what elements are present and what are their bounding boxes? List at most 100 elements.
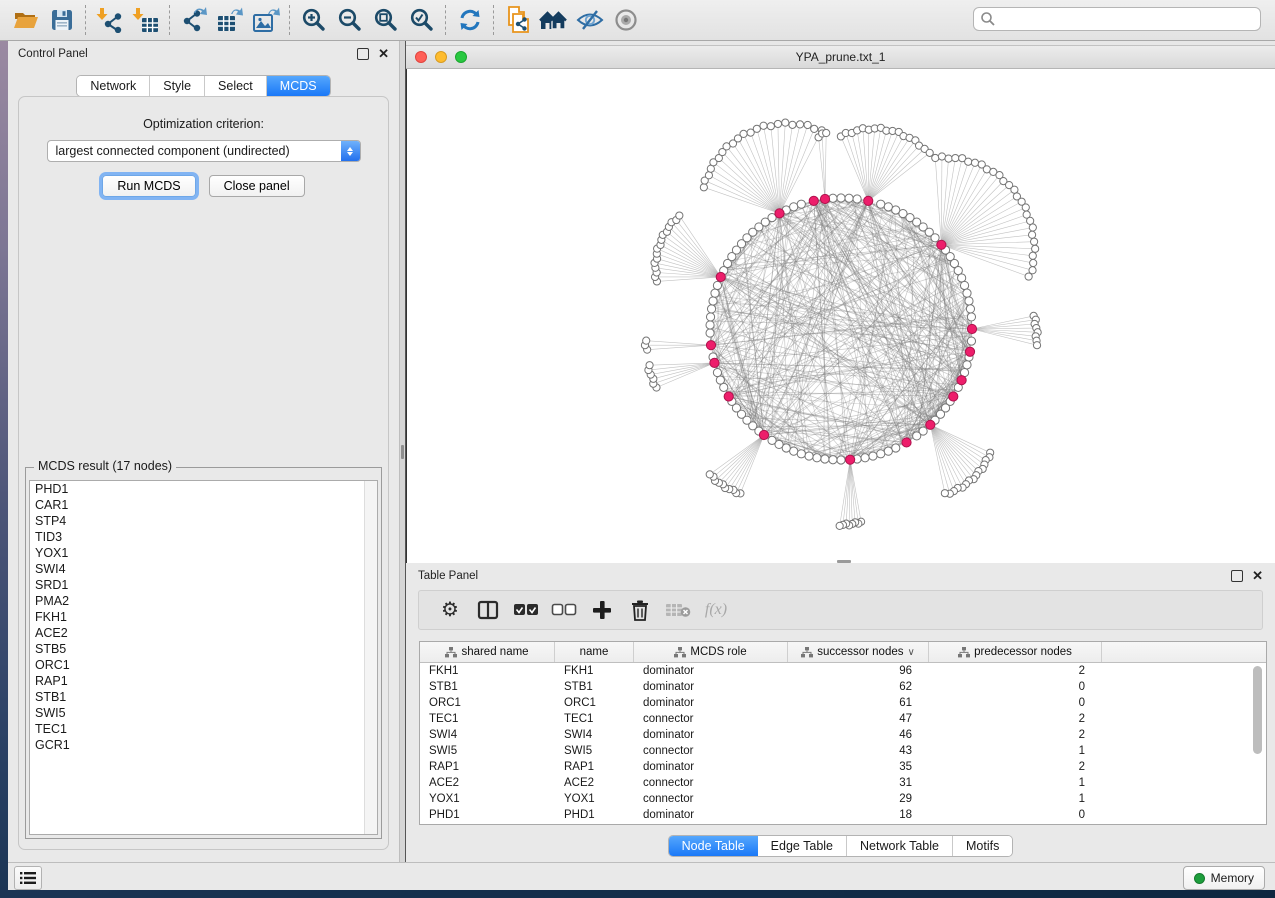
refresh-button[interactable] <box>452 3 488 37</box>
graph-node[interactable] <box>952 154 959 161</box>
memory-button[interactable]: Memory <box>1183 866 1265 890</box>
table-row[interactable]: STB1STB1dominator620 <box>420 679 1266 695</box>
graph-node[interactable] <box>1033 342 1040 349</box>
mcds-result-item[interactable]: TEC1 <box>30 721 377 737</box>
tab-mcds[interactable]: MCDS <box>267 76 330 96</box>
tab-node-table[interactable]: Node Table <box>669 836 758 856</box>
export-network-button[interactable] <box>176 3 212 37</box>
graph-node[interactable] <box>941 490 948 497</box>
graph-node[interactable] <box>646 362 653 369</box>
table-row[interactable]: YOX1YOX1connector291 <box>420 791 1266 807</box>
graph-node[interactable] <box>706 313 714 321</box>
graph-node[interactable] <box>706 321 714 329</box>
graph-node[interactable] <box>1027 217 1034 224</box>
float-panel-icon[interactable] <box>1231 570 1243 582</box>
table-row[interactable]: SWI5SWI5connector431 <box>420 743 1266 759</box>
graph-node[interactable] <box>707 305 715 313</box>
graph-node[interactable] <box>716 376 724 384</box>
tab-network[interactable]: Network <box>77 76 150 96</box>
save-session-button[interactable] <box>44 3 80 37</box>
graph-node[interactable] <box>1011 186 1018 193</box>
mcds-hub-node[interactable] <box>820 194 829 203</box>
graph-node[interactable] <box>958 274 966 282</box>
close-panel-icon[interactable]: ✕ <box>378 49 389 59</box>
graph-node[interactable] <box>782 119 789 126</box>
close-panel-icon[interactable]: ✕ <box>1252 571 1263 581</box>
tab-network-table[interactable]: Network Table <box>847 836 953 856</box>
mcds-hub-node[interactable] <box>949 392 958 401</box>
graph-node[interactable] <box>740 130 747 137</box>
graph-node[interactable] <box>967 337 975 345</box>
column-header-shared-name[interactable]: shared name <box>420 642 555 662</box>
graph-node[interactable] <box>963 361 971 369</box>
show-panel-button[interactable] <box>608 3 644 37</box>
show-columns-button[interactable] <box>469 594 507 626</box>
open-session-button[interactable] <box>8 3 44 37</box>
table-row[interactable]: FKH1FKH1dominator962 <box>420 663 1266 679</box>
table-row[interactable]: RAP1RAP1dominator352 <box>420 759 1266 775</box>
mcds-hub-node[interactable] <box>846 455 855 464</box>
import-table-button[interactable] <box>128 3 164 37</box>
table-row[interactable]: TEC1TEC1connector472 <box>420 711 1266 727</box>
tab-edge-table[interactable]: Edge Table <box>758 836 847 856</box>
tab-motifs[interactable]: Motifs <box>953 836 1012 856</box>
mcds-hub-node[interactable] <box>967 324 976 333</box>
graph-node[interactable] <box>767 123 774 130</box>
graph-node[interactable] <box>805 452 813 460</box>
graph-node[interactable] <box>823 129 830 136</box>
mcds-result-item[interactable]: RAP1 <box>30 673 377 689</box>
graph-node[interactable] <box>700 184 707 191</box>
graph-node[interactable] <box>877 200 885 208</box>
close-panel-button[interactable]: Close panel <box>209 175 305 197</box>
mcds-hub-node[interactable] <box>864 196 873 205</box>
graph-node[interactable] <box>1029 224 1036 231</box>
mcds-hub-node[interactable] <box>937 240 946 249</box>
graph-node[interactable] <box>753 125 760 132</box>
export-image-button[interactable] <box>248 3 284 37</box>
graph-node[interactable] <box>963 289 971 297</box>
table-row[interactable]: ACE2ACE2connector311 <box>420 775 1266 791</box>
graph-node[interactable] <box>966 305 974 313</box>
import-network-button[interactable] <box>92 3 128 37</box>
graph-node[interactable] <box>845 194 853 202</box>
run-mcds-button[interactable]: Run MCDS <box>102 175 195 197</box>
zoom-in-button[interactable] <box>296 3 332 37</box>
table-scrollbar[interactable] <box>1252 664 1263 821</box>
table-row[interactable]: PHD1PHD1dominator180 <box>420 807 1266 823</box>
add-row-button[interactable] <box>583 594 621 626</box>
graph-node[interactable] <box>960 281 968 289</box>
mcds-result-item[interactable]: STP4 <box>30 513 377 529</box>
mcds-result-item[interactable]: PMA2 <box>30 593 377 609</box>
graph-node[interactable] <box>804 121 811 128</box>
hide-panel-button[interactable] <box>572 3 608 37</box>
float-panel-icon[interactable] <box>357 48 369 60</box>
graph-node[interactable] <box>965 158 972 165</box>
graph-node[interactable] <box>643 337 650 344</box>
mcds-hub-node[interactable] <box>759 430 768 439</box>
graph-node[interactable] <box>877 450 885 458</box>
graph-node[interactable] <box>965 297 973 305</box>
graph-node[interactable] <box>821 455 829 463</box>
mcds-result-item[interactable]: ORC1 <box>30 657 377 673</box>
graph-node[interactable] <box>790 203 798 211</box>
mcds-hub-node[interactable] <box>706 341 715 350</box>
graph-node[interactable] <box>836 522 843 529</box>
mcds-result-item[interactable]: ACE2 <box>30 625 377 641</box>
table-settings-button[interactable]: ⚙ <box>431 594 469 626</box>
graph-node[interactable] <box>797 200 805 208</box>
delete-table-button[interactable] <box>659 594 697 626</box>
graph-node[interactable] <box>931 234 939 242</box>
graph-node[interactable] <box>837 456 845 464</box>
tab-select[interactable]: Select <box>205 76 267 96</box>
graph-node[interactable] <box>853 195 861 203</box>
mcds-hub-node[interactable] <box>716 272 725 281</box>
clone-network-button[interactable] <box>500 3 536 37</box>
table-row[interactable]: SWI4SWI4dominator462 <box>420 727 1266 743</box>
optimization-criterion-dropdown[interactable]: largest connected component (undirected) <box>47 140 361 162</box>
select-all-button[interactable] <box>507 594 545 626</box>
column-header-successor-nodes[interactable]: successor nodes∨ <box>788 642 929 662</box>
tab-style[interactable]: Style <box>150 76 205 96</box>
mcds-hub-node[interactable] <box>965 347 974 356</box>
graph-node[interactable] <box>676 212 683 219</box>
export-table-button[interactable] <box>212 3 248 37</box>
